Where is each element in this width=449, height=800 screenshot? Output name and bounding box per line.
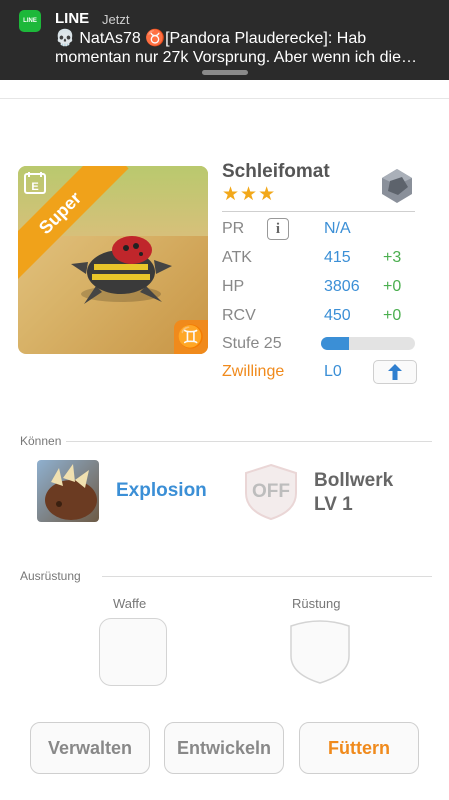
passive-skill-level: LV 1 xyxy=(314,494,353,515)
stat-bonus-atk: +3 xyxy=(383,249,402,266)
active-skill-name[interactable]: Explosion xyxy=(116,480,207,502)
monster-name: Schleifomat xyxy=(222,161,330,182)
skills-section-divider xyxy=(66,441,432,442)
armor-slot[interactable] xyxy=(287,618,353,684)
stat-value-hp: 3806 xyxy=(324,278,360,295)
stat-bonus-hp: +0 xyxy=(383,278,402,295)
stat-bonus-rcv: +0 xyxy=(383,307,402,324)
stats-divider xyxy=(222,211,415,212)
line-app-icon: LINE xyxy=(19,10,41,32)
monster-card[interactable]: E Super ♊ xyxy=(18,166,208,354)
notification-app-name: LINE xyxy=(55,10,90,27)
explosion-skill-icon[interactable] xyxy=(37,460,99,522)
rock-element-icon xyxy=(382,169,412,203)
stat-label-atk: ATK xyxy=(222,249,252,266)
skills-section-label: Können xyxy=(20,434,62,448)
stat-value-pr: N/A xyxy=(324,220,351,237)
weapon-slot-label: Waffe xyxy=(113,596,147,611)
zodiac-gemini-icon: ♊ xyxy=(174,320,208,354)
info-button[interactable]: i xyxy=(267,218,289,240)
manage-button[interactable]: Verwalten xyxy=(30,722,150,774)
notification-grabber-handle[interactable] xyxy=(202,70,248,75)
equipment-section-divider xyxy=(102,576,432,577)
twin-value: L0 xyxy=(324,363,342,380)
rarity-stars: ★★★ xyxy=(222,184,277,205)
feed-button[interactable]: Füttern xyxy=(299,722,419,774)
arrow-up-icon xyxy=(388,364,402,380)
notification-time: Jetzt xyxy=(102,12,130,27)
monster-artwork xyxy=(71,236,172,304)
skill-artwork xyxy=(45,464,97,520)
stat-value-rcv: 450 xyxy=(324,307,351,324)
info-icon: i xyxy=(275,220,281,237)
level-progress-bar xyxy=(321,337,415,350)
twin-upgrade-button[interactable] xyxy=(373,360,417,384)
card-type-icon: E xyxy=(24,172,46,194)
passive-skill-name: Bollwerk xyxy=(314,470,394,491)
stat-value-atk: 415 xyxy=(324,249,351,266)
stat-label-hp: HP xyxy=(222,278,245,295)
header-divider xyxy=(0,98,449,99)
twin-label: Zwillinge xyxy=(222,363,285,380)
stat-label-rcv: RCV xyxy=(222,307,256,324)
armor-slot-label: Rüstung xyxy=(292,596,341,611)
svg-text:E: E xyxy=(31,181,38,193)
notification-message-line-1: 💀 NatAs78 ♉[Pandora Plauderecke]: Hab xyxy=(55,30,367,47)
evolve-button[interactable]: Entwickeln xyxy=(164,722,284,774)
app-icon-label: LINE xyxy=(23,18,37,24)
notification-banner[interactable]: LINE LINE Jetzt 💀 NatAs78 ♉[Pandora Plau… xyxy=(0,0,449,80)
passive-skill-state: OFF xyxy=(252,481,290,502)
level-label: Stufe 25 xyxy=(222,335,282,352)
level-progress-fill xyxy=(321,337,350,350)
notification-message-line-2: momentan nur 27k Vorsprung. Aber wenn ic… xyxy=(55,49,417,66)
stat-label-pr: PR xyxy=(222,220,245,237)
equipment-section-label: Ausrüstung xyxy=(20,569,81,583)
weapon-slot[interactable] xyxy=(99,618,167,686)
